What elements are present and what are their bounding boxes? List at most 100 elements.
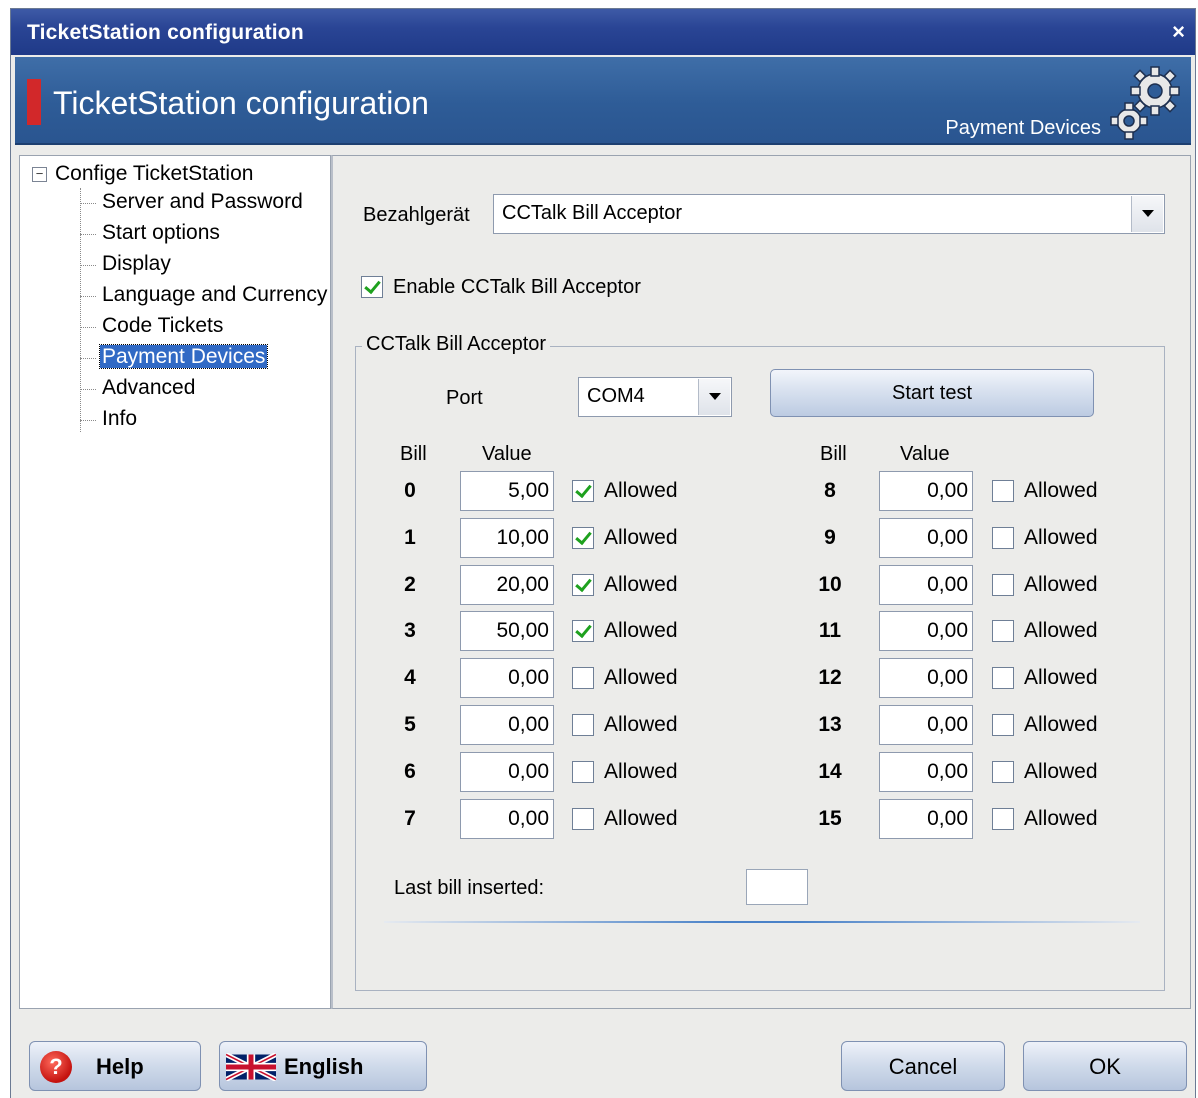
allowed-checkbox[interactable] — [572, 714, 594, 736]
allowed-label[interactable]: Allowed — [1024, 760, 1098, 784]
start-test-button[interactable]: Start test — [770, 369, 1094, 417]
title-bar: TicketStation configuration × — [11, 9, 1195, 55]
allowed-label[interactable]: Allowed — [1024, 526, 1098, 550]
allowed-checkbox[interactable] — [572, 667, 594, 690]
ok-button[interactable]: OK — [1023, 1041, 1187, 1091]
allowed-label[interactable]: Allowed — [604, 760, 678, 784]
accent-bar — [27, 79, 41, 125]
allowed-label[interactable]: Allowed — [604, 526, 678, 550]
bill-number: 5 — [404, 713, 416, 736]
port-select[interactable]: COM4 — [578, 377, 732, 417]
header-banner: TicketStation configuration Payment Devi… — [15, 57, 1191, 145]
allowed-label[interactable]: Allowed — [604, 619, 678, 643]
bill-header: Bill — [820, 443, 847, 465]
tree-item-code-tickets[interactable]: Code Tickets — [80, 314, 225, 338]
allowed-label[interactable]: Allowed — [604, 807, 678, 831]
chevron-down-icon[interactable] — [698, 379, 730, 415]
device-label: Bezahlgerät — [363, 204, 470, 226]
chevron-down-icon[interactable] — [1131, 196, 1163, 232]
bill-value-input[interactable]: 0,00 — [879, 471, 973, 511]
tree-item-info[interactable]: Info — [80, 407, 139, 431]
allowed-checkbox[interactable] — [572, 573, 594, 596]
allowed-label[interactable]: Allowed — [1024, 479, 1098, 503]
language-button[interactable]: English — [219, 1041, 427, 1091]
bill-value-input[interactable]: 0,00 — [460, 658, 554, 699]
bill-number: 14 — [818, 759, 842, 783]
bill-value-input[interactable]: 20,00 — [460, 564, 554, 605]
last-bill-field — [746, 869, 808, 905]
navigation-tree: − Confige TicketStation Server and Passw… — [19, 155, 331, 1009]
bill-number: 0 — [404, 479, 416, 502]
port-select-value: COM4 — [587, 385, 645, 407]
tree-item-display[interactable]: Display — [80, 252, 173, 276]
tree-item-server-and-password[interactable]: Server and Password — [80, 190, 305, 214]
group-title: CCTalk Bill Acceptor — [362, 333, 551, 356]
allowed-checkbox[interactable] — [992, 714, 1014, 736]
tree-item-payment-devices[interactable]: Payment Devices — [80, 344, 269, 369]
footer-bar: ? Help English Cancel OK — [11, 1017, 1195, 1098]
tree-item-advanced[interactable]: Advanced — [80, 376, 197, 400]
tree-root[interactable]: − Confige TicketStation — [32, 162, 253, 186]
progress-divider — [384, 921, 1140, 923]
ok-label: OK — [1089, 1054, 1121, 1079]
allowed-checkbox[interactable] — [572, 480, 594, 502]
allowed-label[interactable]: Allowed — [1024, 807, 1098, 831]
tree-item-language-and-currency[interactable]: Language and Currency — [80, 283, 329, 307]
bill-value-input[interactable]: 0,00 — [879, 611, 973, 652]
tree-item-start-options[interactable]: Start options — [80, 221, 222, 245]
allowed-label[interactable]: Allowed — [1024, 713, 1098, 737]
allowed-checkbox[interactable] — [992, 807, 1014, 830]
bill-value-input[interactable]: 50,00 — [460, 611, 554, 652]
allowed-checkbox[interactable] — [992, 480, 1014, 502]
bill-number: 15 — [818, 806, 842, 830]
help-label: Help — [96, 1054, 144, 1079]
bill-number: 11 — [818, 619, 842, 643]
bill-number: 8 — [824, 479, 836, 502]
collapse-icon[interactable]: − — [32, 166, 47, 182]
allowed-label[interactable]: Allowed — [1024, 619, 1098, 643]
allowed-checkbox[interactable] — [572, 807, 594, 830]
allowed-checkbox[interactable] — [572, 620, 594, 643]
cancel-button[interactable]: Cancel — [841, 1041, 1005, 1091]
allowed-checkbox[interactable] — [572, 760, 594, 783]
bill-value-input[interactable]: 0,00 — [879, 751, 973, 792]
bill-number: 2 — [404, 572, 416, 596]
bill-value-input[interactable]: 0,00 — [460, 705, 554, 745]
bill-value-input[interactable]: 0,00 — [879, 798, 973, 839]
bill-header: Bill — [400, 443, 427, 465]
allowed-label[interactable]: Allowed — [604, 479, 678, 503]
bill-value-input[interactable]: 0,00 — [879, 564, 973, 605]
allowed-label[interactable]: Allowed — [1024, 666, 1098, 690]
port-label: Port — [446, 387, 483, 409]
bill-value-input[interactable]: 5,00 — [460, 471, 554, 511]
device-select-value: CCTalk Bill Acceptor — [502, 202, 683, 224]
bill-value-input[interactable]: 0,00 — [879, 517, 973, 558]
bill-number: 7 — [404, 806, 416, 830]
bill-number: 1 — [404, 525, 416, 549]
value-header: Value — [900, 443, 950, 465]
language-label: English — [284, 1054, 364, 1079]
enable-checkbox[interactable] — [361, 276, 383, 298]
allowed-checkbox[interactable] — [572, 526, 594, 549]
allowed-label[interactable]: Allowed — [1024, 573, 1098, 597]
bill-value-input[interactable]: 0,00 — [460, 798, 554, 839]
allowed-label[interactable]: Allowed — [604, 573, 678, 597]
allowed-checkbox[interactable] — [992, 760, 1014, 783]
gears-icon — [1110, 66, 1180, 140]
device-select[interactable]: CCTalk Bill Acceptor — [493, 194, 1165, 234]
bill-value-input[interactable]: 0,00 — [879, 658, 973, 699]
allowed-label[interactable]: Allowed — [604, 713, 678, 737]
bill-value-input[interactable]: 0,00 — [460, 751, 554, 792]
allowed-checkbox[interactable] — [992, 526, 1014, 549]
allowed-checkbox[interactable] — [992, 573, 1014, 596]
bill-value-input[interactable]: 10,00 — [460, 517, 554, 558]
allowed-checkbox[interactable] — [992, 620, 1014, 643]
window-title: TicketStation configuration — [27, 21, 304, 44]
allowed-label[interactable]: Allowed — [604, 666, 678, 690]
close-icon[interactable]: × — [1172, 19, 1185, 45]
enable-label[interactable]: Enable CCTalk Bill Acceptor — [393, 276, 641, 299]
allowed-checkbox[interactable] — [992, 667, 1014, 690]
uk-flag-icon — [226, 1053, 276, 1081]
bill-value-input[interactable]: 0,00 — [879, 705, 973, 745]
help-button[interactable]: ? Help — [29, 1041, 201, 1091]
